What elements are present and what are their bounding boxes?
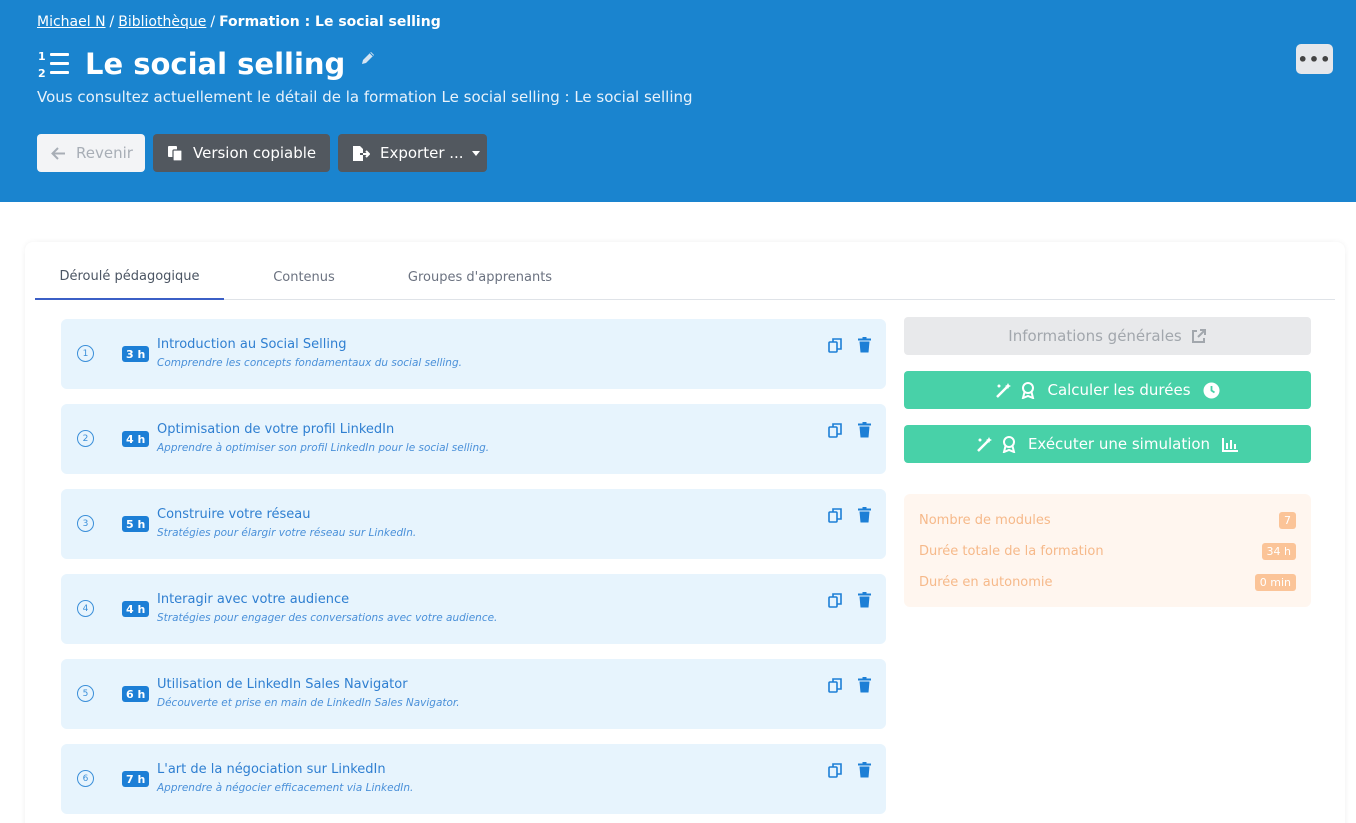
module-card[interactable]: 6 7 h L'art de la négociation sur LinkedIn… (61, 744, 886, 814)
stat-badge: 0 min (1254, 573, 1296, 591)
stat-row-total-duration: Durée totale de la formation 34 h (919, 540, 1296, 562)
trash-icon[interactable] (858, 422, 871, 442)
page-subtitle: Vous consultez actuellement le détail de… (37, 88, 693, 106)
module-duration-badge: 6 h (122, 686, 150, 702)
tab-bar: Déroulé pédagogique Contenus Groupes d'a… (35, 255, 1335, 300)
stats-panel: Nombre de modules 7 Durée totale de la f… (904, 494, 1311, 607)
module-duration-badge: 4 h (122, 431, 150, 447)
module-duration-badge: 7 h (122, 771, 150, 787)
stat-label: Durée en autonomie (919, 574, 1053, 590)
export-label: Exporter ... (380, 144, 464, 162)
trash-icon[interactable] (858, 337, 871, 357)
general-info-button[interactable]: Informations générales (904, 317, 1311, 355)
calculate-durations-button[interactable]: Calculer les durées (904, 371, 1311, 409)
module-card[interactable]: 5 6 h Utilisation de LinkedIn Sales Naviga… (61, 659, 886, 729)
ordered-list-icon: 1 2 (38, 50, 69, 80)
page-header: Michael N / Bibliothèque / Formation : Le so… (0, 0, 1356, 202)
module-title[interactable]: Introduction au Social Selling (157, 337, 346, 352)
breadcrumb-separator: / (109, 14, 115, 30)
pencil-icon[interactable] (359, 49, 377, 67)
duplicate-icon[interactable] (828, 508, 842, 527)
magic-wand-icon (996, 382, 1012, 398)
caret-down-icon (471, 150, 480, 156)
stat-row-autonomy-duration: Durée en autonomie 0 min (919, 571, 1296, 593)
breadcrumb-link-library[interactable]: Bibliothèque (118, 14, 206, 30)
module-number: 6 (77, 770, 94, 787)
clock-icon (1203, 382, 1220, 398)
module-description: Apprendre à négocier efficacement via Li… (157, 782, 414, 794)
module-description: Apprendre à optimiser son profil LinkedI… (157, 442, 490, 454)
duplicate-icon[interactable] (828, 763, 842, 782)
stat-label: Durée totale de la formation (919, 543, 1104, 559)
module-title[interactable]: L'art de la négociation sur LinkedIn (157, 762, 386, 777)
module-duration-badge: 5 h (122, 516, 150, 532)
module-card[interactable]: 4 4 h Interagir avec votre audience Stratég… (61, 574, 886, 644)
module-number: 5 (77, 685, 94, 702)
copy-docs-icon (168, 145, 183, 162)
module-duration-badge: 3 h (122, 346, 150, 362)
stat-row-modules: Nombre de modules 7 (919, 509, 1296, 531)
award-icon (1002, 435, 1016, 453)
file-export-icon (353, 145, 370, 161)
page-title: Le social selling (85, 47, 346, 81)
magic-wand-icon (977, 436, 992, 452)
stat-label: Nombre de modules (919, 512, 1051, 528)
tab-contenus[interactable]: Contenus (254, 255, 354, 300)
breadcrumb-link-user[interactable]: Michael N (37, 14, 106, 30)
module-description: Découverte et prise en main de LinkedIn … (157, 697, 460, 709)
external-link-icon (1191, 329, 1206, 343)
copy-version-label: Version copiable (193, 144, 317, 162)
more-options-button[interactable]: ••• (1296, 44, 1333, 74)
module-title[interactable]: Interagir avec votre audience (157, 592, 349, 607)
module-number: 1 (77, 345, 94, 362)
stat-badge: 7 (1279, 511, 1296, 529)
trash-icon[interactable] (858, 677, 871, 697)
module-title[interactable]: Construire votre réseau (157, 507, 311, 522)
module-title[interactable]: Utilisation de LinkedIn Sales Navigator (157, 677, 408, 692)
duplicate-icon[interactable] (828, 593, 842, 612)
module-duration-badge: 4 h (122, 601, 150, 617)
tab-deroule-pedagogique[interactable]: Déroulé pédagogique (35, 255, 224, 300)
breadcrumb-separator: / (210, 14, 216, 30)
back-button[interactable]: Revenir (37, 134, 145, 172)
breadcrumb: Michael N / Bibliothèque / Formation : Le so… (37, 14, 441, 30)
tab-groupes-apprenants[interactable]: Groupes d'apprenants (390, 255, 570, 300)
trash-icon[interactable] (858, 507, 871, 527)
duplicate-icon[interactable] (828, 338, 842, 357)
module-card[interactable]: 1 3 h Introduction au Social Selling Compre… (61, 319, 886, 389)
module-title[interactable]: Optimisation de votre profil LinkedIn (157, 422, 394, 437)
back-button-label: Revenir (76, 144, 133, 162)
svg-text:1: 1 (38, 50, 46, 63)
module-description: Stratégies pour engager des conversation… (157, 612, 498, 624)
duplicate-icon[interactable] (828, 678, 842, 697)
module-number: 4 (77, 600, 94, 617)
run-simulation-label: Exécuter une simulation (1027, 435, 1211, 453)
arrow-left-icon (51, 146, 65, 160)
general-info-label: Informations générales (1008, 327, 1182, 345)
bar-chart-icon (1222, 437, 1239, 452)
award-icon (1022, 381, 1035, 399)
copy-version-button[interactable]: Version copiable (153, 134, 330, 172)
module-number: 3 (77, 515, 94, 532)
trash-icon[interactable] (858, 592, 871, 612)
module-description: Comprendre les concepts fondamentaux du … (157, 357, 462, 369)
stat-badge: 34 h (1261, 542, 1296, 560)
export-dropdown-button[interactable]: Exporter ... (338, 134, 487, 172)
run-simulation-button[interactable]: Exécuter une simulation (904, 425, 1311, 463)
module-card[interactable]: 2 4 h Optimisation de votre profil LinkedI… (61, 404, 886, 474)
module-number: 2 (77, 430, 94, 447)
duplicate-icon[interactable] (828, 423, 842, 442)
breadcrumb-current: Formation : Le social selling (219, 14, 441, 30)
module-card[interactable]: 3 5 h Construire votre réseau Stratégies po… (61, 489, 886, 559)
calculate-durations-label: Calculer les durées (1047, 381, 1191, 399)
title-row: 1 2 Le social selling (37, 44, 377, 84)
module-description: Stratégies pour élargir votre réseau sur… (157, 527, 417, 539)
trash-icon[interactable] (858, 762, 871, 782)
svg-text:2: 2 (38, 67, 46, 80)
